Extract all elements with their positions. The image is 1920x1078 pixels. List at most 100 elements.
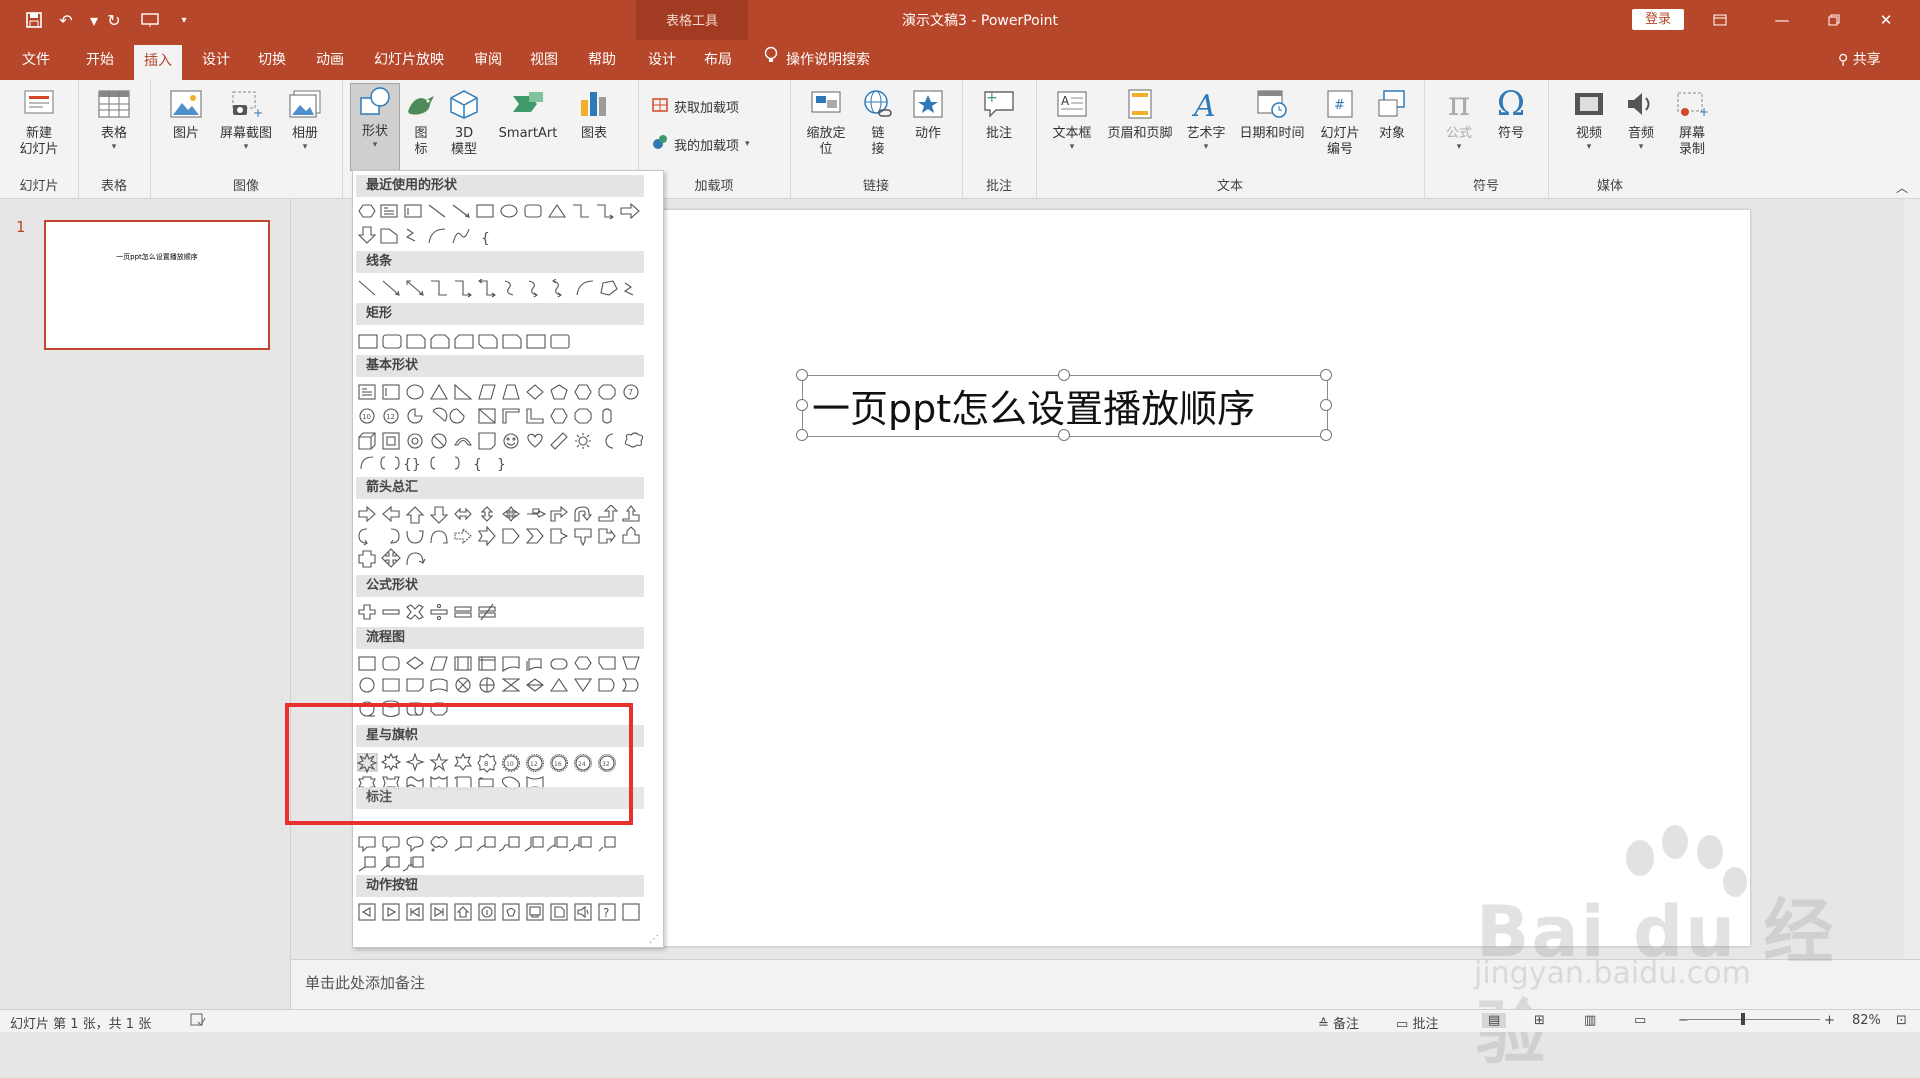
resize-handle-se[interactable] [1320, 429, 1332, 441]
tab-file[interactable]: 文件 [12, 40, 60, 80]
zoom-slider-track[interactable] [1680, 1019, 1820, 1020]
new-slide-icon [21, 86, 57, 122]
block-arrows-rows[interactable] [357, 505, 647, 569]
comments-toggle[interactable]: ▭ 批注 [1396, 1013, 1438, 1032]
notes-toggle[interactable]: ≙ 备注 [1318, 1013, 1359, 1032]
spellcheck-icon[interactable] [190, 1013, 206, 1031]
zoom-slider-thumb[interactable] [1741, 1013, 1745, 1025]
slide-sorter-icon[interactable]: ⊞ [1534, 1013, 1545, 1028]
new-slide-button[interactable]: 新建 幻灯片 [8, 86, 70, 158]
reading-view-icon[interactable]: ▥ [1584, 1013, 1596, 1028]
lines-row[interactable] [357, 279, 647, 299]
symbol-button[interactable]: Ω 符号 [1490, 86, 1532, 142]
chevron-down-icon: ▾ [243, 142, 249, 152]
equation-shapes-row[interactable] [357, 603, 647, 621]
group-text: A 文本框 ▾ 页眉和页脚 A 艺术字 ▾ 日期和时间 # 幻灯片 编号 对象 … [1036, 80, 1425, 198]
zoom-button[interactable]: 缩放定 位 [796, 86, 856, 158]
recent-shapes-row[interactable]: { [357, 203, 647, 247]
tab-table-layout[interactable]: 布局 [694, 40, 742, 80]
smartart-icon [510, 86, 546, 122]
tab-transitions[interactable]: 切换 [248, 40, 296, 80]
restore-icon[interactable] [1814, 6, 1854, 34]
video-button[interactable]: 视频 ▾ [1568, 86, 1610, 152]
group-label-links: 链接 [862, 179, 889, 194]
album-button[interactable]: 相册 ▾ [284, 86, 326, 152]
screenshot-button[interactable]: + 屏幕截图 ▾ [214, 86, 278, 152]
wordart-button[interactable]: A 艺术字 ▾ [1180, 86, 1232, 152]
rectangles-row[interactable] [357, 333, 647, 351]
ribbon-display-options-icon[interactable] [1700, 6, 1740, 34]
shapes-button[interactable]: 形状 ▾ [350, 83, 400, 171]
close-icon[interactable]: ✕ [1866, 6, 1906, 34]
notes-placeholder[interactable]: 单击此处添加备注 [305, 972, 425, 993]
equation-button[interactable]: π 公式 ▾ [1438, 86, 1480, 152]
notes-icon: ≙ [1318, 1017, 1329, 1032]
get-addins-button[interactable]: 获取加载项 [652, 96, 739, 116]
share-button[interactable]: ⚲ 共享 [1838, 40, 1881, 80]
shapes-gallery: 最近使用的形状 { 线条 矩形 基本形状 7 10 12 {} {} 箭头总汇… [352, 170, 664, 948]
tell-me-search[interactable]: 操作说明搜索 [764, 40, 870, 80]
callouts-rows[interactable] [357, 835, 647, 875]
undo-icon[interactable]: ↶ [52, 8, 80, 32]
screen-recording-button[interactable]: + 屏幕 录制 [1670, 86, 1714, 158]
smartart-button[interactable]: SmartArt [492, 86, 564, 142]
resize-handle-s[interactable] [1058, 429, 1070, 441]
login-button[interactable]: 登录 [1632, 9, 1684, 30]
header-footer-button[interactable]: 页眉和页脚 [1100, 86, 1180, 142]
tab-insert[interactable]: 插入 [134, 45, 182, 80]
slide-thumbnail[interactable]: 一页ppt怎么设置播放顺序 [44, 220, 270, 350]
resize-handle-sw[interactable] [796, 429, 808, 441]
zoom-level[interactable]: 82% [1852, 1013, 1881, 1028]
save-icon[interactable] [20, 8, 48, 32]
table-button[interactable]: 表格 ▾ [92, 86, 136, 152]
zoom-in-icon[interactable]: + [1824, 1013, 1835, 1028]
customize-qat-icon[interactable]: ▾ [170, 8, 198, 32]
action-button[interactable]: 动作 [904, 86, 952, 142]
icons-button[interactable]: 图 标 [404, 86, 438, 158]
action-buttons-row[interactable]: ? [357, 903, 647, 923]
slideshow-view-icon[interactable]: ▭ [1634, 1013, 1646, 1028]
picture-button[interactable]: 图片 [166, 86, 206, 142]
store-icon [652, 96, 668, 116]
group-symbols: π 公式 ▾ Ω 符号 符号 [1424, 80, 1549, 198]
tab-design[interactable]: 设计 [192, 40, 240, 80]
datetime-button[interactable]: 日期和时间 [1232, 86, 1312, 142]
collapse-ribbon-icon[interactable]: ︿ [1896, 179, 1908, 196]
chevron-down-icon: ▾ [111, 142, 117, 152]
vertical-scrollbar[interactable] [1904, 199, 1920, 1009]
tab-animations[interactable]: 动画 [306, 40, 354, 80]
tab-review[interactable]: 审阅 [464, 40, 512, 80]
tab-view[interactable]: 视图 [520, 40, 568, 80]
slide-title[interactable]: 一页ppt怎么设置播放顺序 [812, 378, 1255, 433]
redo-icon[interactable]: ↻ [100, 8, 128, 32]
resize-handle-w[interactable] [796, 399, 808, 411]
resize-grip-icon[interactable]: ⋰ [649, 934, 659, 945]
svg-text:+: + [253, 106, 263, 119]
present-from-start-icon[interactable] [136, 8, 164, 32]
my-addins-button[interactable]: 我的加载项 ▾ [652, 134, 750, 154]
resize-handle-ne[interactable] [1320, 369, 1332, 381]
comment-button[interactable]: + 批注 [976, 86, 1022, 142]
chart-button[interactable]: 图表 [574, 86, 614, 142]
zoom-out-icon[interactable]: − [1678, 1013, 1689, 1028]
tab-slideshow[interactable]: 幻灯片放映 [364, 40, 454, 80]
tab-home[interactable]: 开始 [76, 40, 124, 80]
minimize-icon[interactable]: — [1762, 6, 1802, 34]
3d-models-button[interactable]: 3D 模型 [442, 86, 486, 158]
tab-help[interactable]: 帮助 [578, 40, 626, 80]
audio-button[interactable]: 音频 ▾ [1620, 86, 1662, 152]
normal-view-icon[interactable]: ▤ [1482, 1013, 1507, 1028]
chevron-down-icon: ▾ [1203, 142, 1209, 152]
slide-count-status: 幻灯片 第 1 张，共 1 张 [10, 1017, 152, 1032]
resize-handle-nw[interactable] [796, 369, 808, 381]
slide-number-button[interactable]: # 幻灯片 编号 [1312, 86, 1368, 158]
basic-shapes-rows[interactable]: 7 10 12 {} {} [357, 383, 647, 471]
category-flowchart: 流程图 [356, 627, 644, 649]
fit-slide-icon[interactable]: ⊡ [1896, 1013, 1907, 1028]
tab-table-design[interactable]: 设计 [638, 40, 686, 80]
textbox-button[interactable]: A 文本框 ▾ [1046, 86, 1098, 152]
link-button[interactable]: 链 接 [858, 86, 898, 158]
resize-handle-n[interactable] [1058, 369, 1070, 381]
object-button[interactable]: 对象 [1370, 86, 1414, 142]
resize-handle-e[interactable] [1320, 399, 1332, 411]
